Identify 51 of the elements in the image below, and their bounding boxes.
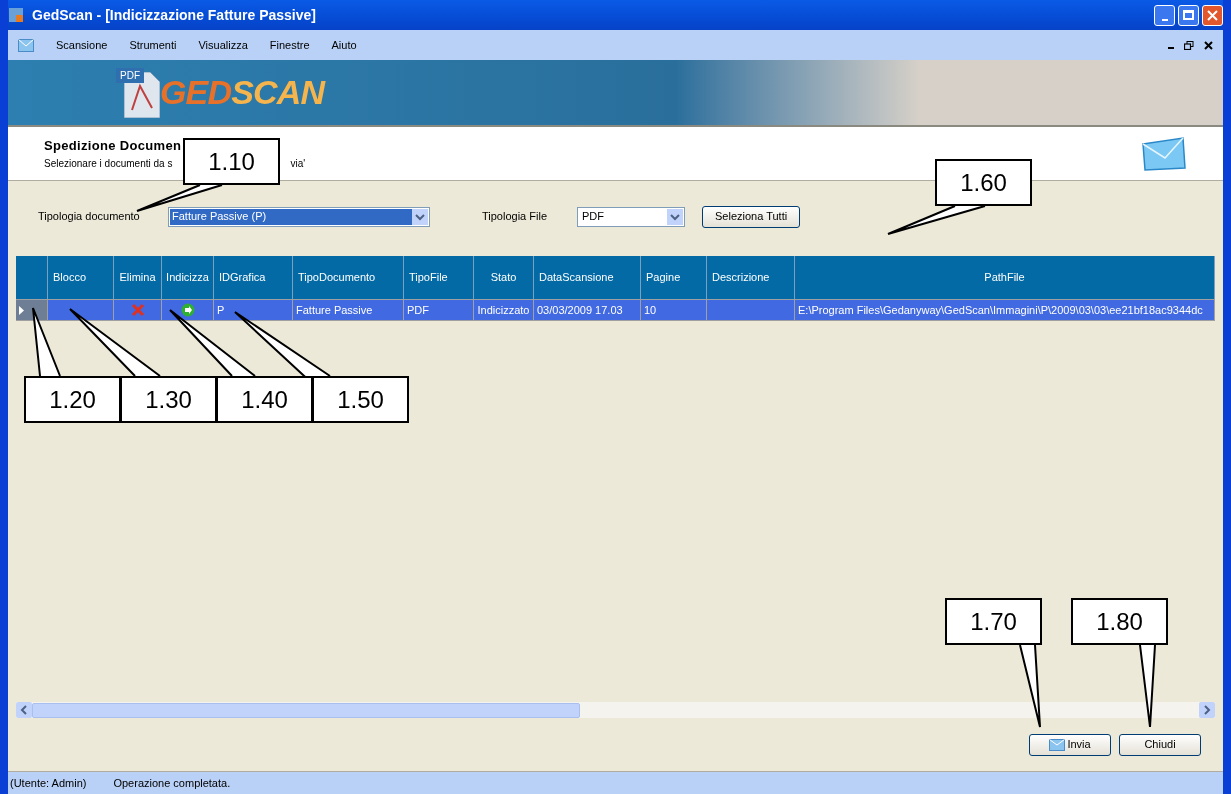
menu-item[interactable]: Visualizza	[198, 36, 248, 54]
callout-label: 1.60	[935, 159, 1032, 206]
callout-label: 1.10	[183, 138, 280, 185]
close-icon[interactable]	[1204, 40, 1213, 50]
app-icon	[8, 7, 24, 23]
index-icon[interactable]	[180, 303, 195, 317]
leader-line	[32, 307, 61, 377]
horizontal-scrollbar[interactable]	[16, 702, 1215, 718]
callout-label: 1.30	[120, 376, 217, 423]
status-text: Operazione completata.	[113, 775, 231, 791]
menu-item[interactable]: Finestre	[269, 36, 310, 54]
status-text: (Utente: Admin)	[10, 775, 87, 791]
select-all-button[interactable]: Seleziona Tutti	[702, 205, 801, 228]
maximize-button[interactable]	[1178, 4, 1199, 26]
callout-label: 1.40	[216, 376, 313, 423]
minimize-button[interactable]	[1154, 4, 1175, 26]
callout-label: 1.80	[1071, 598, 1168, 645]
callout-label: 1.50	[312, 376, 409, 423]
table-cell-text: Fatture Passive	[296, 302, 373, 318]
callout-label: 1.70	[945, 598, 1042, 645]
window-title: GedScan - [Indicizzazione Fatture Passive]	[32, 5, 316, 25]
file-type-dropdown[interactable]: PDF	[577, 206, 685, 227]
table-cell-text: Indicizzato	[477, 302, 530, 318]
table-row[interactable]: P Fatture Passive PDF Indicizzato 03/03/2009 17.03 10 E:\Program Files\Gedanyway\GedScan\Immagini\P\2009\03\03\ee21bf18ac9344dc	[16, 299, 1215, 321]
menu-item[interactable]: Aiuto	[331, 36, 357, 54]
restore-icon[interactable]	[1184, 40, 1194, 50]
table-cell-text: PDF	[407, 302, 429, 318]
menu-item[interactable]: Scansione	[56, 36, 108, 54]
envelope-icon	[1049, 738, 1066, 751]
current-row-icon	[19, 305, 24, 315]
close-button[interactable]	[1202, 4, 1223, 26]
table-cell-text: 03/03/2009 17.03	[537, 302, 623, 318]
pdf-badge: PDF	[116, 67, 144, 83]
close-dialog-button[interactable]: Chiudi	[1119, 733, 1201, 756]
envelope-icon	[1141, 135, 1187, 172]
section-subtitle: Selezionare i documenti da s	[44, 156, 173, 171]
menu-item[interactable]: Strumenti	[129, 36, 177, 54]
scroll-left-icon[interactable]	[16, 702, 32, 718]
scroll-right-icon[interactable]	[1199, 702, 1215, 718]
field-label: Tipologia documento	[38, 209, 141, 225]
envelope-icon	[18, 38, 34, 52]
send-button[interactable]: Invia	[1029, 733, 1111, 756]
logo: GEDSCAN	[160, 72, 325, 113]
table-cell-text: 10	[644, 302, 657, 318]
close-icon	[1207, 9, 1218, 21]
section-subtitle: via'	[290, 156, 306, 171]
field-label: Tipologia File	[482, 209, 548, 225]
table-cell-text: E:\Program Files\Gedanyway\GedScan\Immagini\P\2009\03\03\ee21bf18ac9344dc	[798, 302, 1203, 318]
scrollbar-thumb[interactable]	[32, 702, 580, 718]
table-cell-text: P	[217, 302, 225, 318]
section-title: Spedizione Documen	[44, 137, 183, 156]
